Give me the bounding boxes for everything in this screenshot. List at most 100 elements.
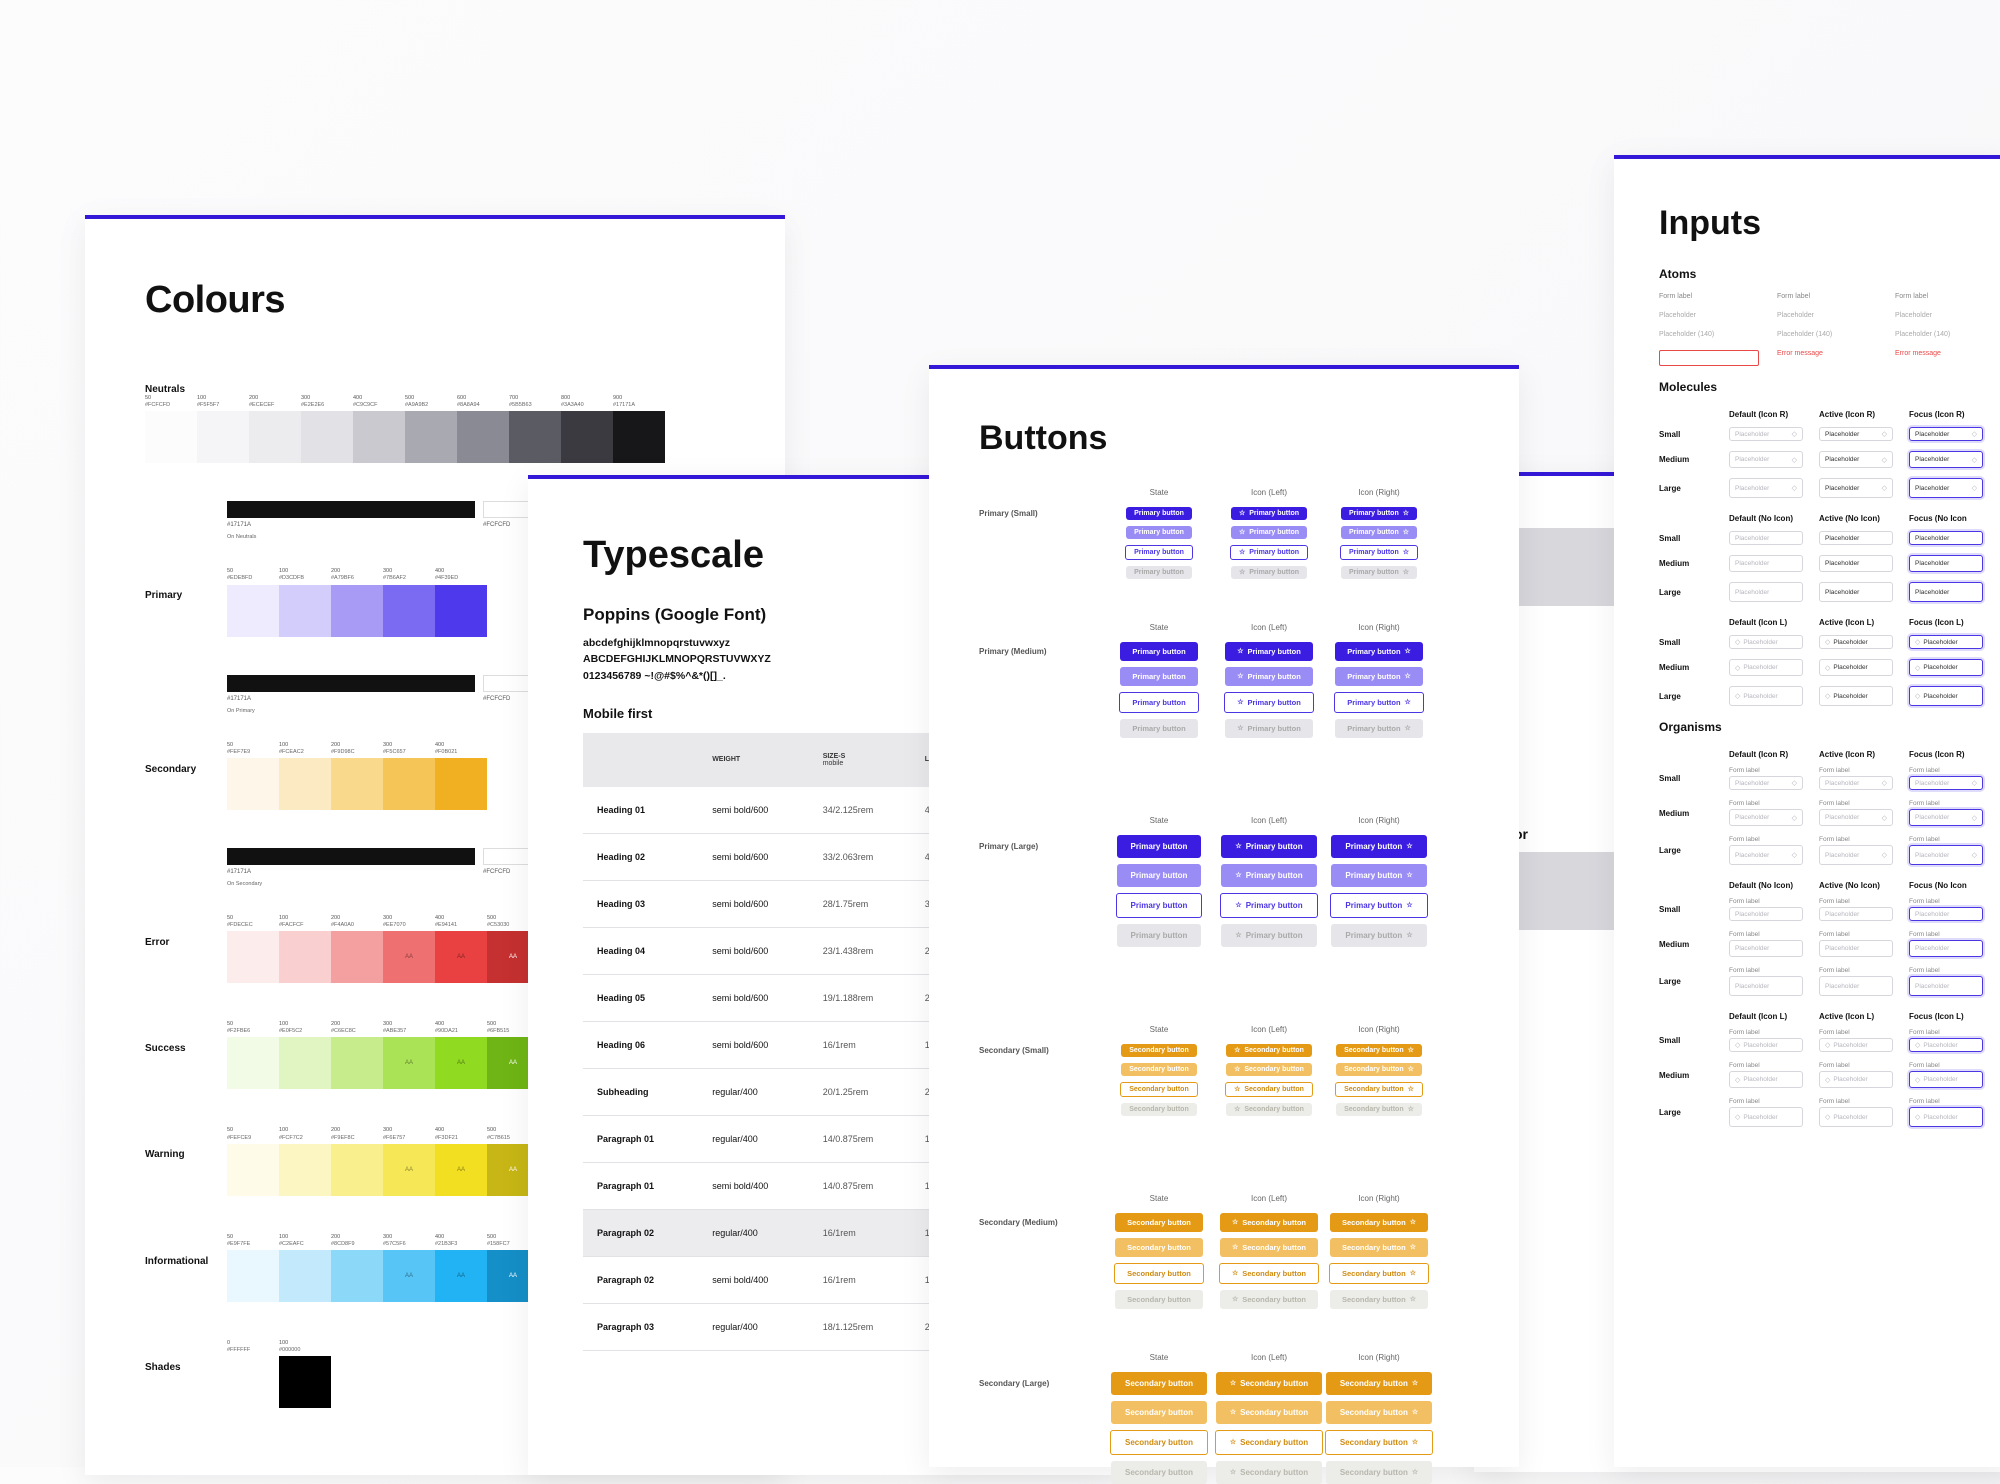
sec-light-button[interactable]: Secondary button: [1111, 1401, 1207, 1424]
text-input[interactable]: Placeholder◇: [1909, 427, 1983, 441]
prm-light-button[interactable]: Primary button: [1117, 864, 1202, 887]
sec-solid-button[interactable]: Secondary button☆: [1326, 1372, 1432, 1395]
text-input[interactable]: ◇Placeholder: [1819, 659, 1893, 676]
text-input[interactable]: ◇Placeholder: [1909, 686, 1983, 706]
prm-solid-button[interactable]: Primary button☆: [1335, 642, 1423, 661]
text-input[interactable]: ◇Placeholder: [1729, 1107, 1803, 1127]
prm-outline-button[interactable]: Primary button: [1116, 893, 1203, 918]
sec-outline-button[interactable]: ☆Secondary button: [1219, 1263, 1319, 1284]
sec-outline-button[interactable]: ☆Secondary button: [1215, 1430, 1323, 1455]
text-input[interactable]: ◇Placeholder: [1729, 1071, 1803, 1088]
text-input[interactable]: Placeholder◇: [1909, 478, 1983, 498]
sec-solid-button[interactable]: ☆Secondary button: [1226, 1044, 1312, 1057]
prm-outline-button[interactable]: ☆Primary button: [1220, 893, 1317, 918]
text-input[interactable]: Placeholder: [1909, 531, 1983, 545]
text-input[interactable]: ◇Placeholder: [1819, 1071, 1893, 1088]
text-input[interactable]: ◇Placeholder: [1909, 635, 1983, 649]
prm-light-button[interactable]: ☆Primary button: [1231, 526, 1307, 539]
prm-solid-button[interactable]: ☆Primary button: [1221, 835, 1316, 858]
sec-light-button[interactable]: Secondary button: [1121, 1063, 1197, 1076]
sec-outline-button[interactable]: Secondary button☆: [1329, 1263, 1429, 1284]
text-input[interactable]: ◇Placeholder: [1909, 659, 1983, 676]
text-input[interactable]: Placeholder◇: [1819, 427, 1893, 441]
text-input[interactable]: Placeholder◇: [1819, 478, 1893, 498]
text-input[interactable]: ◇Placeholder: [1729, 659, 1803, 676]
sec-solid-button[interactable]: Secondary button: [1115, 1213, 1203, 1232]
text-input[interactable]: Placeholder: [1729, 907, 1803, 921]
text-input[interactable]: ◇Placeholder: [1729, 635, 1803, 649]
text-input[interactable]: Placeholder: [1909, 976, 1983, 996]
text-input[interactable]: Placeholder: [1819, 582, 1893, 602]
prm-light-button[interactable]: Primary button☆: [1335, 667, 1423, 686]
text-input[interactable]: ◇Placeholder: [1819, 635, 1893, 649]
text-input[interactable]: Placeholder: [1729, 976, 1803, 996]
text-input[interactable]: ◇Placeholder: [1819, 686, 1893, 706]
sec-outline-button[interactable]: Secondary button☆: [1325, 1430, 1433, 1455]
prm-light-button[interactable]: ☆Primary button: [1225, 667, 1313, 686]
prm-solid-button[interactable]: Primary button: [1120, 642, 1197, 661]
text-input[interactable]: Placeholder: [1729, 555, 1803, 572]
text-input[interactable]: Placeholder◇: [1729, 809, 1803, 826]
prm-solid-button[interactable]: Primary button: [1126, 507, 1192, 520]
prm-light-button[interactable]: ☆Primary button: [1221, 864, 1316, 887]
sec-light-button[interactable]: ☆Secondary button: [1216, 1401, 1322, 1424]
text-input[interactable]: Placeholder◇: [1819, 809, 1893, 826]
text-input[interactable]: Placeholder◇: [1819, 776, 1893, 790]
prm-solid-button[interactable]: Primary button: [1117, 835, 1202, 858]
text-input[interactable]: Placeholder◇: [1909, 451, 1983, 468]
sec-light-button[interactable]: ☆Secondary button: [1226, 1063, 1312, 1076]
text-input[interactable]: Placeholder: [1819, 940, 1893, 957]
text-input[interactable]: ◇Placeholder: [1729, 686, 1803, 706]
text-input[interactable]: Placeholder◇: [1729, 478, 1803, 498]
text-input[interactable]: Placeholder: [1729, 940, 1803, 957]
sec-outline-button[interactable]: Secondary button: [1120, 1082, 1198, 1097]
text-input[interactable]: Placeholder◇: [1909, 809, 1983, 826]
prm-light-button[interactable]: Primary button: [1120, 667, 1197, 686]
text-input[interactable]: ◇Placeholder: [1909, 1038, 1983, 1052]
prm-light-button[interactable]: Primary button☆: [1341, 526, 1417, 539]
sec-solid-button[interactable]: Secondary button: [1121, 1044, 1197, 1057]
prm-solid-button[interactable]: Primary button☆: [1341, 507, 1417, 520]
text-input[interactable]: Placeholder◇: [1729, 427, 1803, 441]
sec-light-button[interactable]: ☆Secondary button: [1220, 1238, 1318, 1257]
text-input[interactable]: Placeholder: [1819, 907, 1893, 921]
text-input[interactable]: ◇Placeholder: [1819, 1038, 1893, 1052]
prm-outline-button[interactable]: Primary button: [1125, 545, 1193, 560]
sec-solid-button[interactable]: Secondary button☆: [1336, 1044, 1422, 1057]
prm-solid-button[interactable]: Primary button☆: [1331, 835, 1426, 858]
prm-outline-button[interactable]: Primary button☆: [1330, 893, 1427, 918]
text-input[interactable]: Placeholder◇: [1729, 845, 1803, 865]
text-input[interactable]: Placeholder◇: [1729, 776, 1803, 790]
text-input[interactable]: Placeholder: [1729, 582, 1803, 602]
sec-outline-button[interactable]: Secondary button: [1110, 1430, 1208, 1455]
atom-input-error[interactable]: [1659, 350, 1759, 366]
text-input[interactable]: Placeholder◇: [1909, 776, 1983, 790]
prm-outline-button[interactable]: Primary button☆: [1334, 692, 1424, 713]
sec-outline-button[interactable]: ☆Secondary button: [1225, 1082, 1313, 1097]
text-input[interactable]: ◇Placeholder: [1729, 1038, 1803, 1052]
sec-outline-button[interactable]: Secondary button: [1114, 1263, 1204, 1284]
sec-solid-button[interactable]: Secondary button: [1111, 1372, 1207, 1395]
prm-outline-button[interactable]: Primary button☆: [1340, 545, 1418, 560]
text-input[interactable]: ◇Placeholder: [1909, 1071, 1983, 1088]
prm-outline-button[interactable]: ☆Primary button: [1230, 545, 1308, 560]
sec-light-button[interactable]: Secondary button☆: [1330, 1238, 1428, 1257]
text-input[interactable]: Placeholder◇: [1909, 845, 1983, 865]
text-input[interactable]: ◇Placeholder: [1909, 1107, 1983, 1127]
prm-outline-button[interactable]: ☆Primary button: [1224, 692, 1314, 713]
sec-light-button[interactable]: Secondary button: [1115, 1238, 1203, 1257]
text-input[interactable]: Placeholder: [1909, 555, 1983, 572]
text-input[interactable]: Placeholder: [1819, 531, 1893, 545]
text-input[interactable]: Placeholder: [1909, 907, 1983, 921]
text-input[interactable]: Placeholder◇: [1819, 845, 1893, 865]
sec-solid-button[interactable]: ☆Secondary button: [1216, 1372, 1322, 1395]
text-input[interactable]: Placeholder◇: [1729, 451, 1803, 468]
text-input[interactable]: Placeholder: [1819, 555, 1893, 572]
prm-light-button[interactable]: Primary button☆: [1331, 864, 1426, 887]
prm-solid-button[interactable]: ☆Primary button: [1231, 507, 1307, 520]
text-input[interactable]: Placeholder◇: [1819, 451, 1893, 468]
sec-light-button[interactable]: Secondary button☆: [1326, 1401, 1432, 1424]
text-input[interactable]: Placeholder: [1909, 940, 1983, 957]
text-input[interactable]: Placeholder: [1909, 582, 1983, 602]
text-input[interactable]: Placeholder: [1819, 976, 1893, 996]
